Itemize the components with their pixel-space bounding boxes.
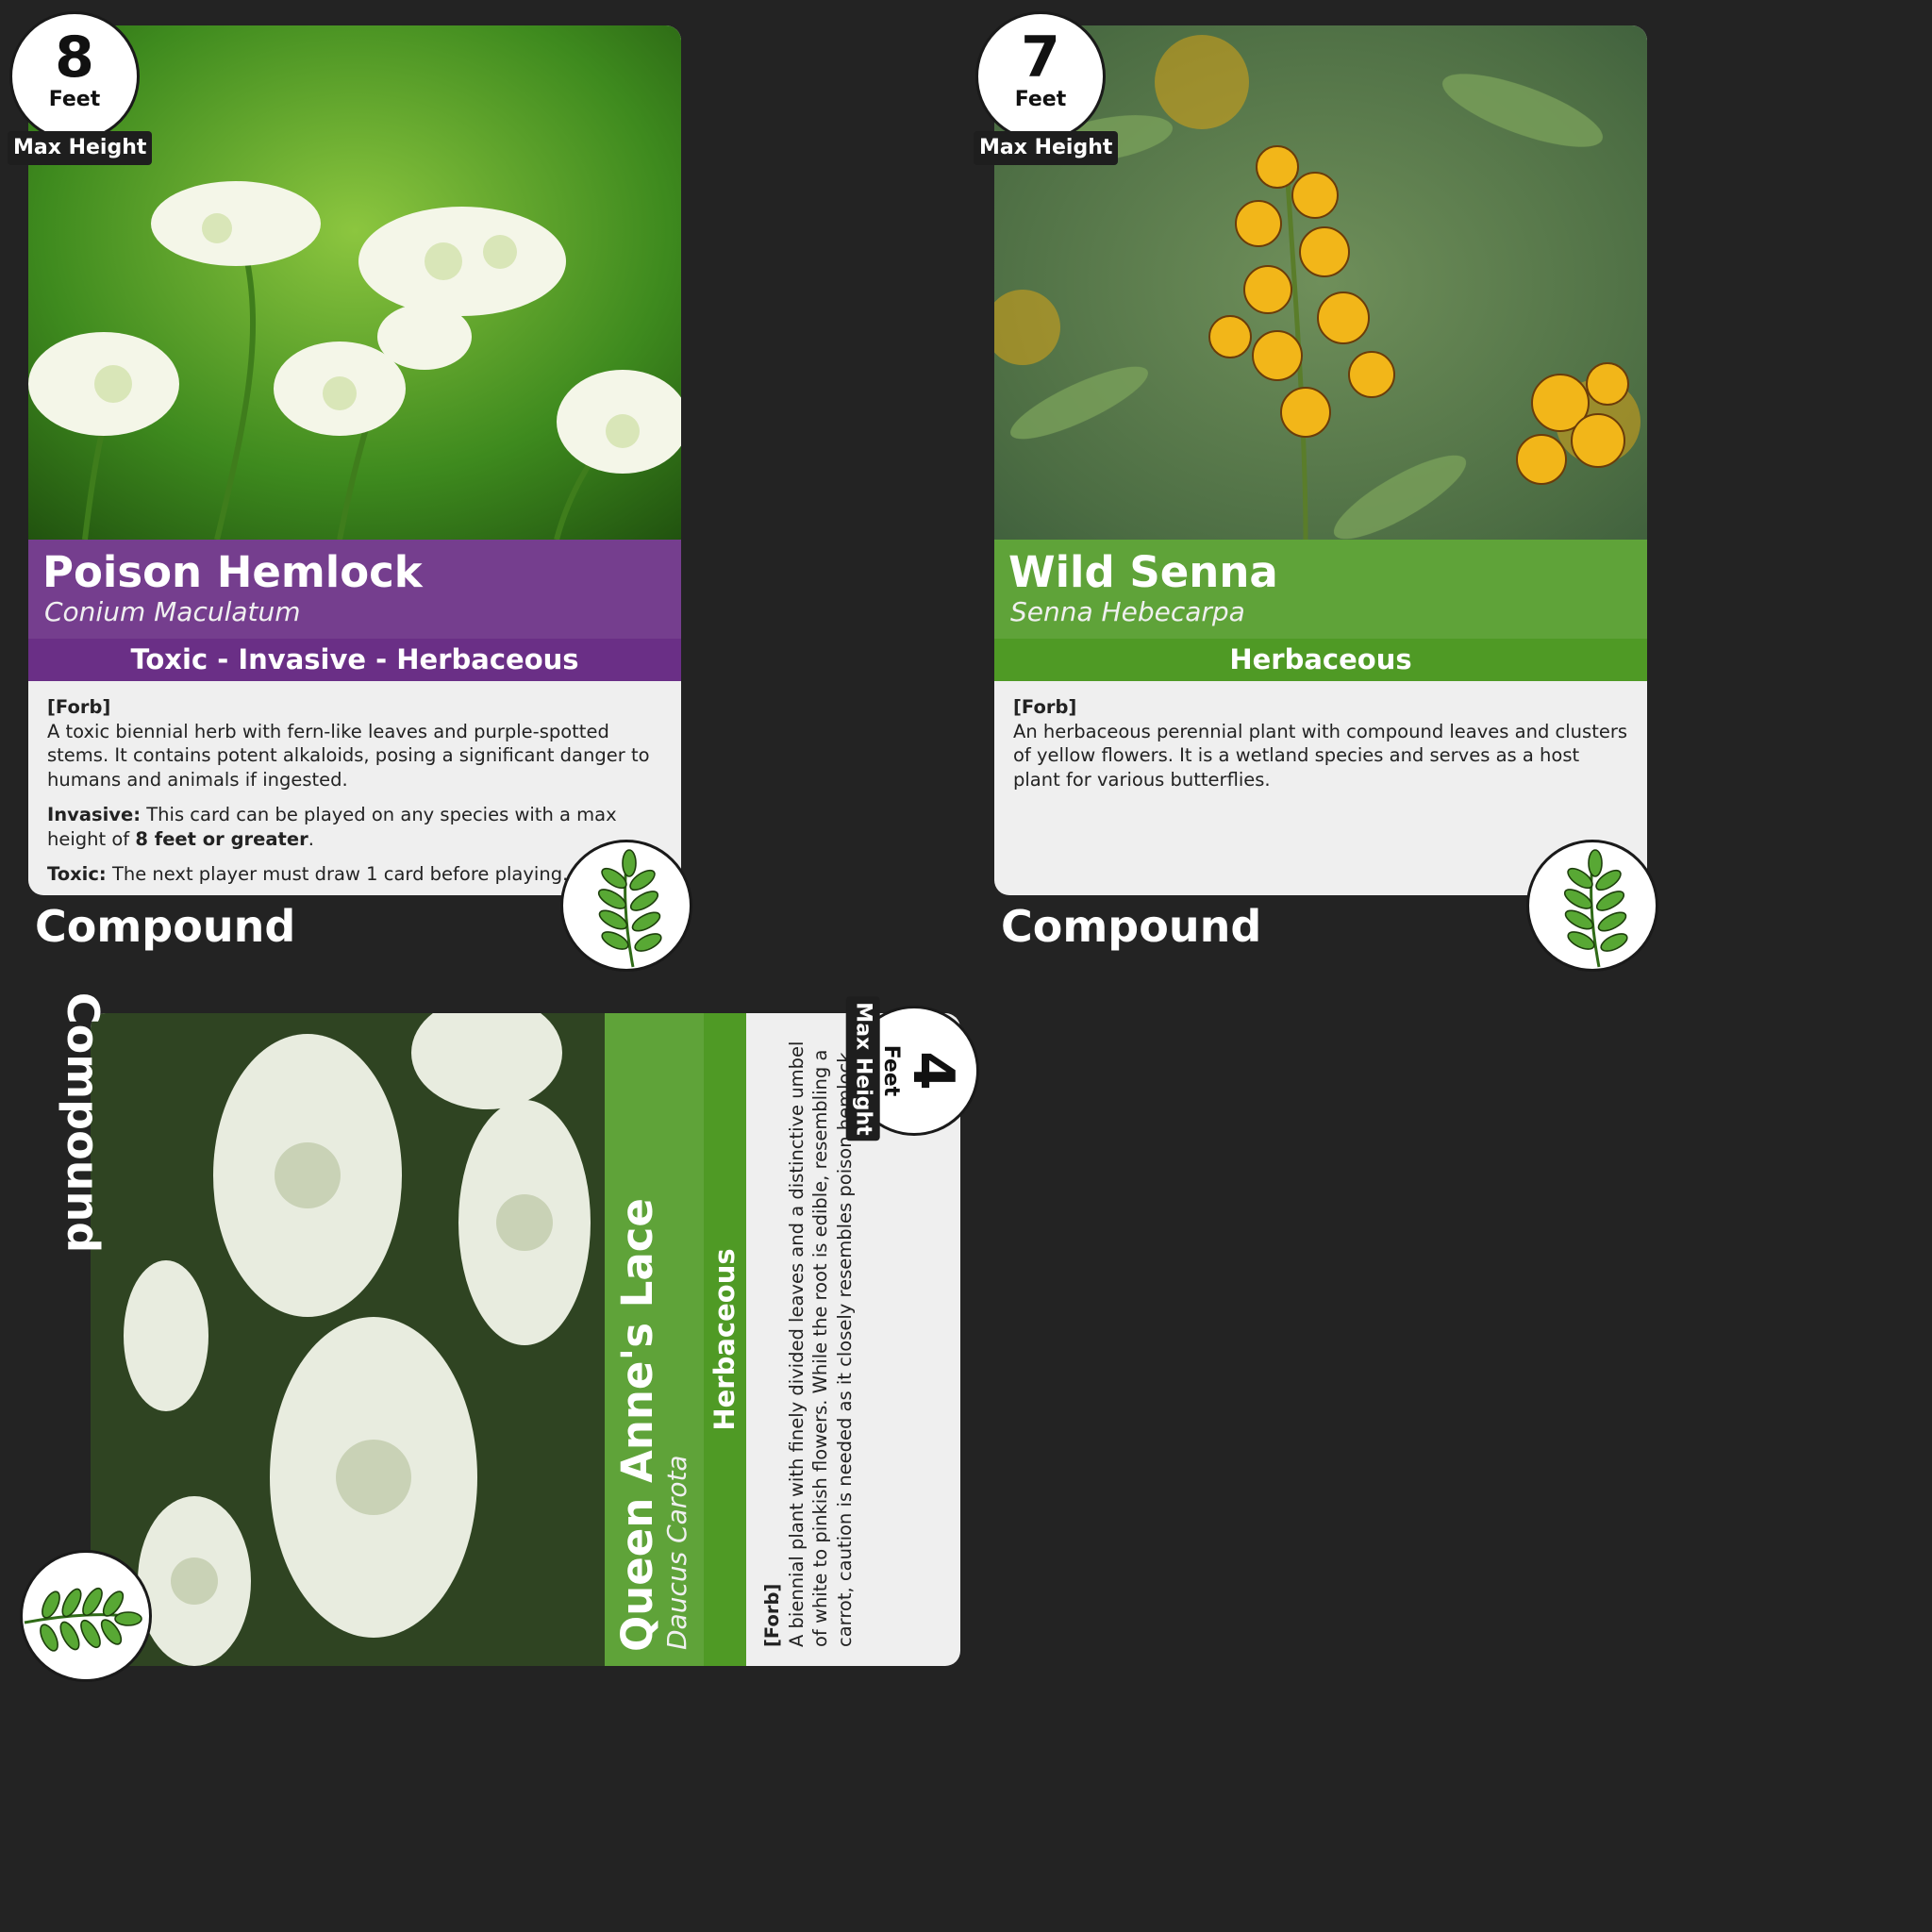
traits-bar: Toxic - Invasive - Herbaceous — [28, 639, 681, 681]
compound-leaf-icon — [20, 1550, 152, 1682]
description-text: A toxic biennial herb with fern-like lea… — [47, 720, 650, 791]
leaf-type-label: Compound — [1001, 901, 1262, 952]
height-value: 4 — [900, 1051, 966, 1091]
card-description: [Forb] An herbaceous perennial plant wit… — [1013, 695, 1631, 803]
card-queen-annes-lace[interactable]: Queen Anne's Lace Daucus Carota Herbaceo… — [91, 1013, 960, 1666]
leaf-type-label: Compound — [35, 901, 296, 952]
height-unit: Feet — [1014, 88, 1067, 111]
scientific-name: Daucus Carota — [661, 1455, 692, 1650]
title-band: Queen Anne's Lace Daucus Carota Herbaceo… — [605, 1013, 746, 1666]
traits-bar: Herbaceous — [704, 1013, 746, 1666]
scientific-name: Senna Hebecarpa — [1010, 596, 1245, 627]
height-badge: 8 Feet — [9, 11, 140, 142]
scientific-name: Conium Maculatum — [44, 596, 301, 627]
height-unit: Feet — [48, 88, 101, 111]
height-value: 8 — [55, 25, 94, 91]
traits-bar: Herbaceous — [994, 639, 1647, 681]
card-title: Queen Anne's Lace — [612, 1198, 662, 1652]
max-height-label: Max Height — [8, 131, 153, 165]
type-tag: [Forb] — [1013, 696, 1077, 718]
card-title: Wild Senna — [1008, 547, 1278, 597]
compound-leaf-icon — [1526, 840, 1658, 972]
leaf-type-label: Compound — [58, 991, 109, 1254]
type-tag: [Forb] — [47, 696, 111, 718]
height-unit: Feet — [879, 1044, 903, 1097]
type-tag: [Forb] — [761, 1583, 783, 1647]
height-value: 7 — [1021, 25, 1060, 91]
height-badge: 7 Feet — [975, 11, 1106, 142]
max-height-label: Max Height — [974, 131, 1119, 165]
plant-photo — [91, 1013, 605, 1666]
title-band: Poison Hemlock Conium Maculatum Toxic - … — [28, 540, 681, 681]
title-band: Wild Senna Senna Hebecarpa Herbaceous — [994, 540, 1647, 681]
card-title: Poison Hemlock — [42, 547, 423, 597]
description-text: An herbaceous perennial plant with compo… — [1013, 720, 1628, 791]
compound-leaf-icon — [560, 840, 692, 972]
max-height-label: Max Height — [845, 996, 880, 1141]
